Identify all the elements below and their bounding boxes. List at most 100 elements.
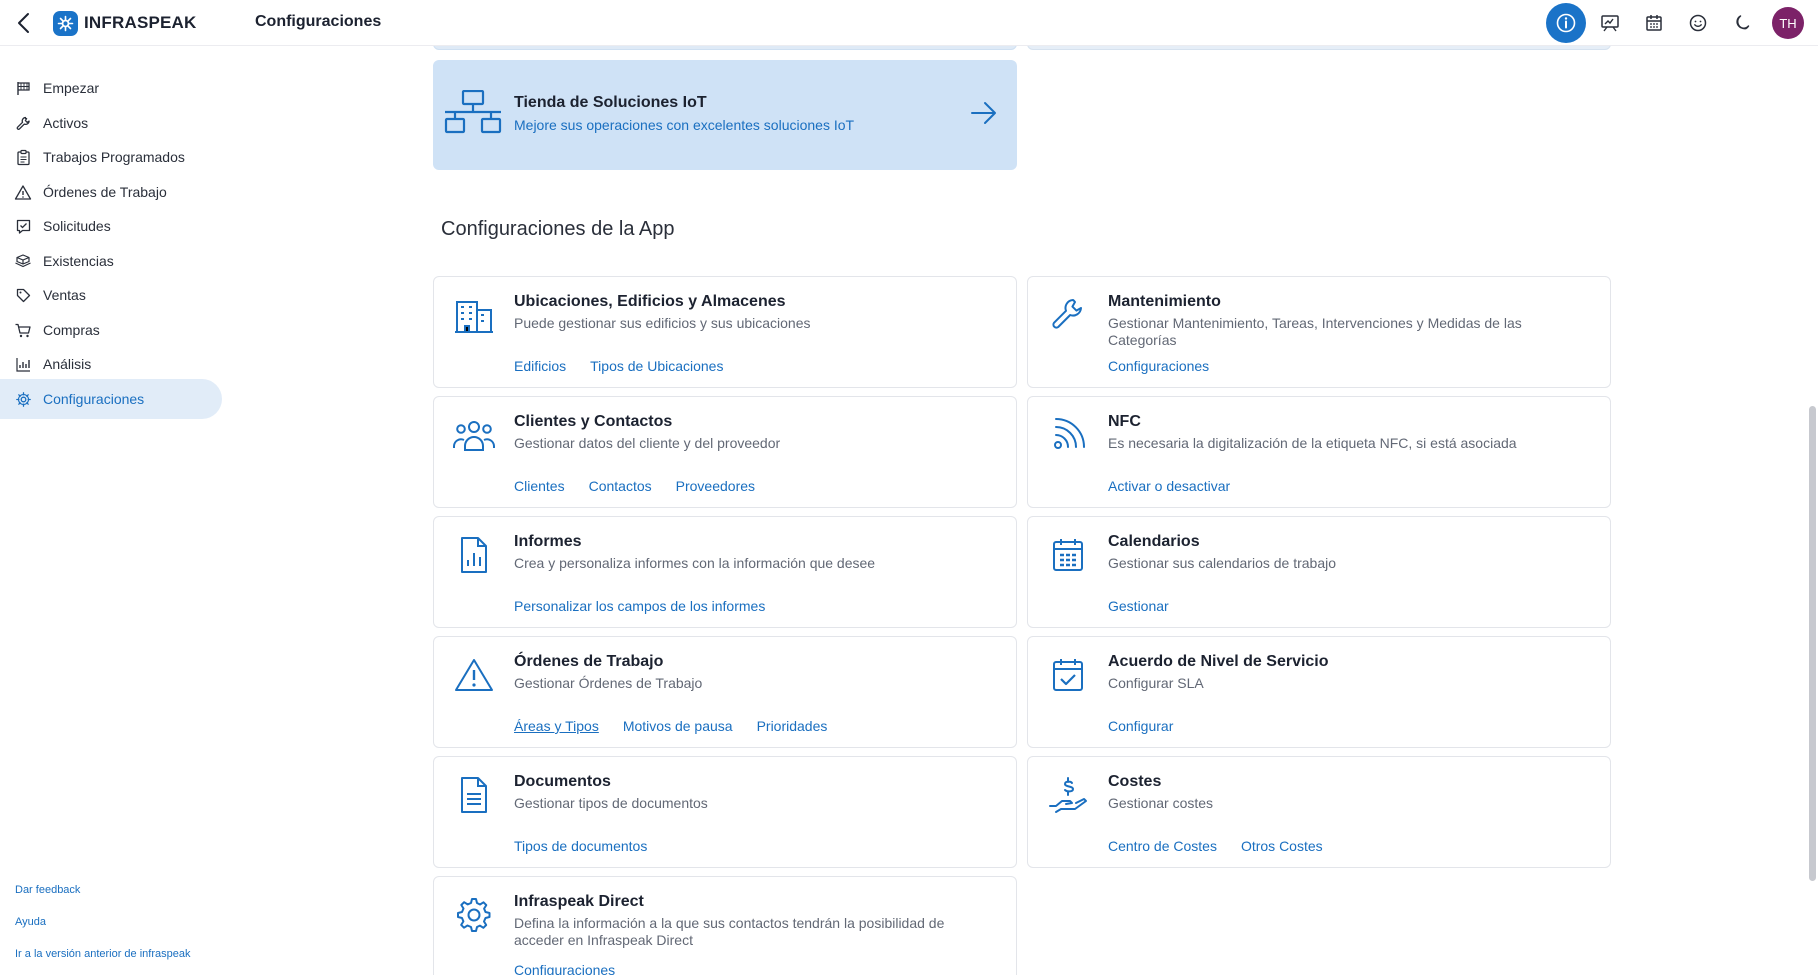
iot-store-card[interactable]: Tienda de Soluciones IoT Mejore sus oper… [433,60,1017,170]
boxes-icon [14,252,32,270]
infraspeak-logo[interactable]: INFRASPEAK [53,10,197,36]
link-otros-costes[interactable]: Otros Costes [1241,838,1323,854]
logo-mark-icon [53,10,78,36]
sidebar-item-label: Existencias [43,253,114,269]
link-activar-o-desactivar[interactable]: Activar o desactivar [1108,478,1230,494]
sidebar-item-label: Ventas [43,287,86,303]
card-description: Gestionar Mantenimiento, Tareas, Interve… [1108,315,1522,348]
link-tipos-de-documentos[interactable]: Tipos de documentos [514,838,647,854]
link-personalizar-campos[interactable]: Personalizar los campos de los informes [514,598,765,614]
card-title: Informes [514,533,582,550]
cart-icon [14,321,32,339]
gear-icon [452,893,496,937]
card-description: Gestionar datos del cliente y del provee… [514,435,781,451]
top-actions: TH [1544,3,1804,43]
card-title: Clientes y Contactos [514,413,673,430]
card-calendars: Calendarios Gestionar sus calendarios de… [1027,516,1611,628]
link-proveedores[interactable]: Proveedores [676,478,755,494]
info-button[interactable] [1544,3,1588,43]
link-areas-y-tipos[interactable]: Áreas y Tipos [514,718,599,734]
sidebar: Empezar Activos Trabajos Programados Órd… [0,46,228,975]
card-description: Crea y personaliza informes con la infor… [514,555,876,571]
main-content: Tienda de Soluciones IoT Mejore sus oper… [228,46,1818,975]
old-version-link[interactable]: Ir a la versión anterior de infraspeak [15,948,190,960]
logo-text: INFRASPEAK [84,13,197,32]
info-icon [1546,3,1586,43]
card-links: Tipos de documentos [514,838,647,854]
link-configuraciones[interactable]: Configuraciones [1108,358,1209,374]
warning-icon [14,183,32,201]
money-hand-icon [1046,773,1090,817]
link-clientes[interactable]: Clientes [514,478,565,494]
card-title: Ubicaciones, Edificios y Almacenes [514,293,786,310]
buildings-icon [452,293,496,337]
help-link[interactable]: Ayuda [15,916,46,928]
back-arrow-icon[interactable] [12,10,38,36]
link-motivos-de-pausa[interactable]: Motivos de pausa [623,718,733,734]
card-infraspeak-direct: Infraspeak Direct Defina la información … [433,876,1017,975]
card-title: Mantenimiento [1108,293,1221,310]
card-links: Clientes Contactos Proveedores [514,478,755,494]
users-icon [452,413,496,457]
wrench-icon [1046,293,1090,337]
card-links: Edificios Tipos de Ubicaciones [514,358,723,374]
tag-icon [14,286,32,304]
link-prioridades[interactable]: Prioridades [757,718,828,734]
moon-icon[interactable] [1720,3,1764,43]
smiley-icon[interactable] [1676,3,1720,43]
warning-icon [452,653,496,697]
nfc-icon [1046,413,1090,457]
link-contactos[interactable]: Contactos [589,478,652,494]
scrollbar[interactable] [1809,406,1816,881]
sidebar-item-ventas[interactable]: Ventas [0,275,222,315]
calendar-check-icon [1046,653,1090,697]
link-tipos-de-ubicaciones[interactable]: Tipos de Ubicaciones [590,358,723,374]
top-bar: INFRASPEAK Configuraciones TH [0,0,1818,46]
sidebar-item-configuraciones[interactable]: Configuraciones [0,379,222,419]
sidebar-item-label: Compras [43,322,100,338]
link-centro-de-costes[interactable]: Centro de Costes [1108,838,1217,854]
calendar-icon[interactable] [1632,3,1676,43]
wrench-icon [14,114,32,132]
card-description: Gestionar costes [1108,795,1214,811]
card-description: Gestionar Órdenes de Trabajo [514,675,703,691]
request-icon [14,217,32,235]
card-title: NFC [1108,413,1141,430]
avatar[interactable]: TH [1772,7,1804,39]
sidebar-item-label: Órdenes de Trabajo [43,184,167,200]
card-description: Defina la información a la que sus conta… [514,915,945,948]
card-sla: Acuerdo de Nivel de Servicio Configurar … [1027,636,1611,748]
card-reports: Informes Crea y personaliza informes con… [433,516,1017,628]
sidebar-item-trabajos-programados[interactable]: Trabajos Programados [0,137,222,177]
card-description: Puede gestionar sus edificios y sus ubic… [514,315,811,331]
link-gestionar[interactable]: Gestionar [1108,598,1169,614]
card-description: Configurar SLA [1108,675,1204,691]
card-description: Es necesaria la digitalización de la eti… [1108,435,1517,451]
link-configuraciones[interactable]: Configuraciones [514,962,615,975]
partial-card-left [433,46,1017,50]
feedback-link[interactable]: Dar feedback [15,884,80,896]
card-description: Gestionar sus calendarios de trabajo [1108,555,1337,571]
calendar-icon [1046,533,1090,577]
card-title: Acuerdo de Nivel de Servicio [1108,653,1329,670]
partial-card-right [1027,46,1611,50]
card-links: Configurar [1108,718,1173,734]
network-icon [443,89,503,145]
sidebar-item-solicitudes[interactable]: Solicitudes [0,206,222,246]
document-icon [452,773,496,817]
card-maintenance: Mantenimiento Gestionar Mantenimiento, T… [1027,276,1611,388]
arrow-right-icon [969,98,999,133]
sidebar-item-analisis[interactable]: Análisis [0,344,222,384]
link-configurar[interactable]: Configurar [1108,718,1173,734]
section-title: Configuraciones de la App [441,218,675,240]
sidebar-item-empezar[interactable]: Empezar [0,68,222,108]
card-description: Gestionar tipos de documentos [514,795,708,811]
card-links: Centro de Costes Otros Costes [1108,838,1323,854]
card-clients: Clientes y Contactos Gestionar datos del… [433,396,1017,508]
card-links: Gestionar [1108,598,1169,614]
link-edificios[interactable]: Edificios [514,358,566,374]
whiteboard-icon[interactable] [1588,3,1632,43]
iot-title: Tienda de Soluciones IoT [514,94,707,111]
report-icon [452,533,496,577]
card-title: Infraspeak Direct [514,893,644,910]
